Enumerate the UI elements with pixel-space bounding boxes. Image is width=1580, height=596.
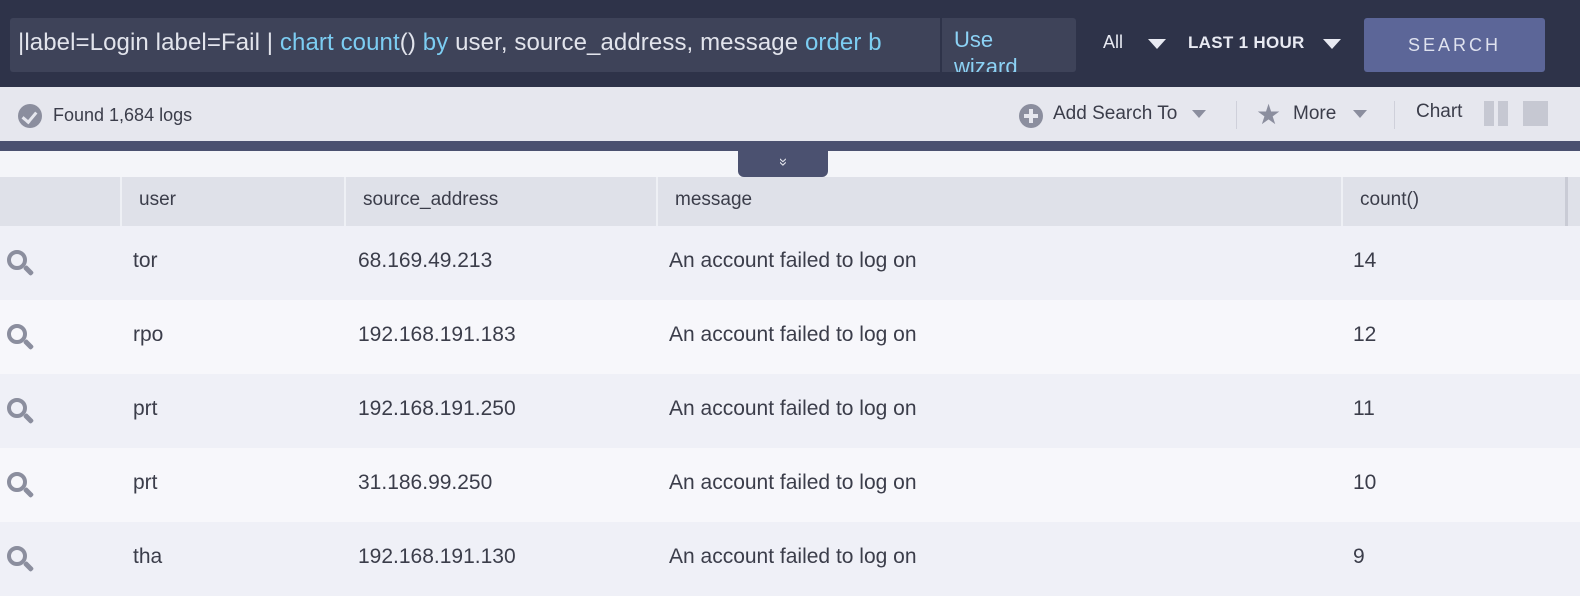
cell-user: rpo bbox=[133, 323, 164, 346]
cell-count: 11 bbox=[1353, 397, 1375, 420]
search-bar: |label=Login label=Fail | chart count() … bbox=[0, 0, 1580, 87]
more-button[interactable]: More bbox=[1293, 103, 1336, 125]
keyword-order: order b bbox=[804, 29, 882, 56]
cell-user: prt bbox=[133, 471, 158, 494]
cell-user: tha bbox=[133, 545, 163, 568]
cell-source-address: 192.168.191.130 bbox=[358, 545, 516, 568]
header-source-address[interactable]: source_address bbox=[344, 177, 656, 226]
magnifier-icon[interactable] bbox=[7, 472, 35, 500]
check-circle-icon bbox=[18, 104, 42, 128]
header-message[interactable]: message bbox=[656, 177, 1341, 226]
cell-count: 12 bbox=[1353, 323, 1377, 346]
header-action-column bbox=[0, 177, 120, 226]
split-view-icon[interactable] bbox=[1484, 101, 1508, 126]
add-search-to-button[interactable]: Add Search To bbox=[1053, 103, 1177, 125]
table-row: tha 192.168.191.130 An account failed to… bbox=[0, 522, 1580, 596]
use-wizard-link[interactable]: Use wizard bbox=[942, 18, 1076, 72]
query-text: |label=Login label=Fail | chart count() … bbox=[18, 29, 882, 57]
query-input[interactable]: |label=Login label=Fail | chart count() … bbox=[10, 18, 940, 72]
search-button[interactable]: SEARCH bbox=[1364, 18, 1545, 72]
scrollbar[interactable] bbox=[1565, 177, 1568, 226]
magnifier-icon[interactable] bbox=[7, 398, 35, 426]
query-paren: () bbox=[399, 29, 416, 56]
scope-dropdown[interactable]: All bbox=[1103, 32, 1123, 53]
header-user[interactable]: user bbox=[120, 177, 344, 226]
time-range-dropdown[interactable]: LAST 1 HOUR bbox=[1188, 33, 1305, 53]
cell-count: 10 bbox=[1353, 471, 1377, 494]
cell-message: An account failed to log on bbox=[669, 471, 917, 494]
keyword-chart: chart bbox=[279, 29, 334, 56]
more-chevron-down-icon[interactable] bbox=[1353, 110, 1367, 118]
magnifier-icon[interactable] bbox=[7, 324, 35, 352]
magnifier-icon[interactable] bbox=[7, 250, 35, 278]
cell-source-address: 68.169.49.213 bbox=[358, 249, 493, 272]
cell-user: tor bbox=[133, 249, 158, 272]
cell-source-address: 31.186.99.250 bbox=[358, 471, 493, 494]
add-search-chevron-down-icon[interactable] bbox=[1192, 110, 1206, 118]
divider-band bbox=[0, 141, 1580, 151]
plus-circle-icon[interactable] bbox=[1019, 104, 1043, 128]
cell-source-address: 192.168.191.183 bbox=[358, 323, 516, 346]
cell-message: An account failed to log on bbox=[669, 545, 917, 568]
table-row: prt 31.186.99.250 An account failed to l… bbox=[0, 448, 1580, 522]
scope-chevron-down-icon[interactable] bbox=[1148, 39, 1166, 49]
cell-message: An account failed to log on bbox=[669, 249, 917, 272]
query-fields: user, source_address, message bbox=[448, 29, 805, 56]
query-prefix: |label=Login label=Fail | bbox=[18, 29, 280, 56]
header-count[interactable]: count() bbox=[1341, 177, 1565, 226]
cell-source-address: 192.168.191.250 bbox=[358, 397, 516, 420]
table-row: prt 192.168.191.250 An account failed to… bbox=[0, 374, 1580, 448]
cell-message: An account failed to log on bbox=[669, 323, 917, 346]
use-wizard-label: Use wizard bbox=[954, 27, 1018, 72]
collapse-glyph: » bbox=[775, 157, 792, 167]
full-view-icon[interactable] bbox=[1523, 101, 1548, 126]
table-row: tor 68.169.49.213 An account failed to l… bbox=[0, 226, 1580, 300]
cell-count: 14 bbox=[1353, 249, 1377, 272]
toolbar-divider bbox=[1394, 101, 1395, 129]
collapse-chevron-down-icon[interactable]: » bbox=[738, 151, 828, 177]
results-toolbar: Found 1,684 logs Add Search To ★ More Ch… bbox=[0, 87, 1580, 141]
magnifier-icon[interactable] bbox=[7, 546, 35, 574]
found-count: Found 1,684 logs bbox=[53, 105, 193, 125]
table-header: user source_address message count() bbox=[0, 177, 1580, 226]
chart-label: Chart bbox=[1416, 101, 1463, 122]
keyword-by: by bbox=[422, 29, 449, 56]
keyword-count: count bbox=[340, 29, 400, 56]
toolbar-divider bbox=[1236, 101, 1237, 129]
time-range-chevron-down-icon[interactable] bbox=[1323, 39, 1341, 49]
star-icon[interactable]: ★ bbox=[1256, 101, 1281, 129]
table-row: rpo 192.168.191.183 An account failed to… bbox=[0, 300, 1580, 374]
cell-message: An account failed to log on bbox=[669, 397, 917, 420]
cell-count: 9 bbox=[1353, 545, 1365, 568]
cell-user: prt bbox=[133, 397, 158, 420]
